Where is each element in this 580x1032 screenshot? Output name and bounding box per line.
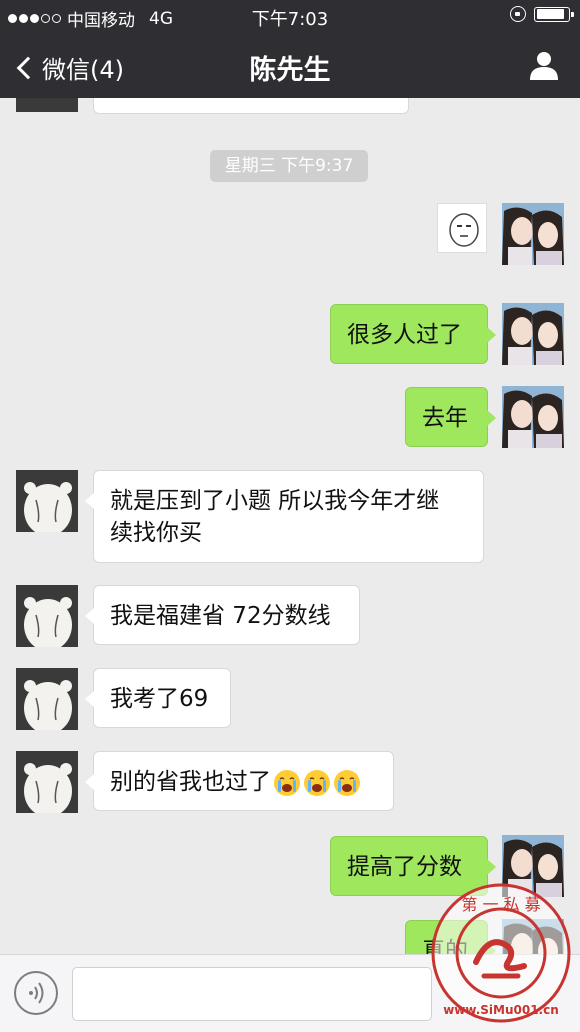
message-bubble-prev[interactable]	[93, 98, 409, 114]
watermark-stamp: 第 一 私 募 www.SiMu001.cn	[431, 883, 571, 1023]
crying-emoji-icon	[274, 769, 300, 796]
self-avatar[interactable]	[502, 386, 564, 448]
watermark-top-text: 第 一 私 募	[461, 895, 540, 914]
status-right	[510, 6, 574, 22]
message-bubble-in[interactable]: 我是福建省 72分数线	[85, 585, 360, 645]
bear-avatar-icon	[16, 470, 78, 532]
message-bubble-out[interactable]: 很多人过了	[330, 304, 496, 364]
contact-avatar[interactable]	[16, 751, 78, 813]
message-bubble-in[interactable]: 别的省我也过了	[85, 751, 394, 811]
sticker-message[interactable]	[437, 203, 487, 253]
self-avatar[interactable]	[502, 303, 564, 365]
crying-emoji-icon	[304, 769, 330, 796]
chat-area[interactable]: 星期三 下午9:37 很多人过了 去年 就是压到了小题 所以我今年才继 续找你买…	[0, 98, 580, 954]
voice-button[interactable]	[14, 971, 58, 1015]
voice-icon	[29, 982, 44, 1004]
message-line: 就是压到了小题 所以我今年才继	[110, 488, 440, 514]
contact-avatar[interactable]	[16, 585, 78, 647]
nav-bar: 微信(4) 陈先生	[0, 32, 580, 98]
bear-avatar-icon	[16, 668, 78, 730]
person-icon[interactable]	[528, 50, 560, 80]
self-avatar[interactable]	[502, 203, 564, 265]
girls-photo-icon	[502, 303, 564, 365]
avatar[interactable]	[16, 98, 78, 112]
face-sticker-icon	[449, 213, 479, 247]
message-input[interactable]	[72, 967, 432, 1021]
watermark-bottom-text: www.SiMu001.cn	[443, 1003, 559, 1017]
status-time: 下午7:03	[251, 9, 329, 30]
lock-rotation-icon	[510, 6, 526, 22]
emoji-group	[273, 769, 361, 797]
message-bubble-in[interactable]: 我考了69	[85, 668, 231, 728]
girls-photo-icon	[502, 386, 564, 448]
crying-emoji-icon	[334, 769, 360, 796]
chat-title: 陈先生	[249, 55, 331, 86]
contact-avatar[interactable]	[16, 470, 78, 532]
message-line: 续找你买	[110, 520, 202, 546]
girls-photo-icon	[502, 203, 564, 265]
bear-avatar-icon	[16, 585, 78, 647]
timestamp: 星期三 下午9:37	[210, 150, 368, 182]
contact-avatar[interactable]	[16, 668, 78, 730]
bear-avatar-icon	[16, 751, 78, 813]
battery-icon	[534, 6, 574, 22]
message-text: 别的省我也过了	[110, 769, 271, 795]
message-bubble-out[interactable]: 去年	[405, 387, 496, 447]
message-bubble-in[interactable]: 就是压到了小题 所以我今年才继 续找你买	[85, 470, 484, 563]
status-bar: 中国移动 4G 下午7:03	[0, 0, 580, 32]
